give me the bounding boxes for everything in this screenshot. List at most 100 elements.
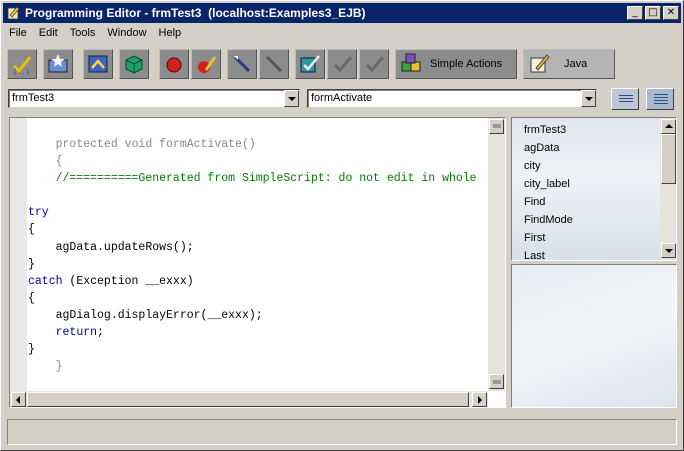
simple-actions-label: Simple Actions: [430, 58, 503, 70]
code-token: agData.updateRows();: [55, 240, 194, 254]
window-title: Programming Editor - frmTest3 (localhost…: [25, 6, 366, 20]
code-line[interactable]: }: [28, 256, 477, 273]
tb-check-syntax-button[interactable]: (..): [7, 49, 37, 79]
member-item[interactable]: city: [524, 158, 573, 176]
code-token: }: [55, 360, 63, 374]
edit-disabled-2-icon: [365, 56, 385, 73]
member-list-scrollbar[interactable]: [660, 118, 676, 260]
wand-disabled-icon: [265, 55, 283, 73]
scroll-up-icon[interactable]: [489, 119, 504, 134]
method-dropdown-arrow-icon[interactable]: [581, 90, 596, 107]
tb-object-button[interactable]: [119, 49, 149, 79]
minimize-icon: _: [632, 7, 638, 18]
title-bar[interactable]: Programming Editor - frmTest3 (localhost…: [3, 3, 681, 23]
tb-edit-button[interactable]: [295, 49, 325, 79]
scroll-left-icon[interactable]: [11, 392, 26, 407]
view-detail-button[interactable]: [646, 88, 674, 110]
code-line[interactable]: [28, 187, 477, 204]
method-selector-value: formActivate: [311, 92, 373, 104]
member-item[interactable]: frmTest3: [524, 122, 573, 140]
simple-actions-button[interactable]: Simple Actions: [395, 49, 517, 79]
object-selector[interactable]: frmTest3: [8, 89, 300, 108]
code-text[interactable]: protected void formActivate() { //======…: [28, 136, 477, 375]
code-editor[interactable]: protected void formActivate() { //======…: [9, 117, 506, 408]
editor-horizontal-scrollbar[interactable]: [10, 391, 488, 407]
object-selector-value: frmTest3: [12, 92, 55, 104]
member-item[interactable]: Last: [524, 248, 573, 260]
code-token: protected void formActivate(): [55, 138, 256, 151]
code-line[interactable]: catch (Exception __exxx): [28, 273, 477, 290]
code-token-rest: (Exception __exxx): [62, 274, 194, 288]
tb-edit3-button[interactable]: [359, 49, 389, 79]
tb-run-button[interactable]: [83, 49, 113, 79]
view-list-button[interactable]: [611, 88, 639, 110]
close-button[interactable]: ✕: [663, 6, 679, 20]
menu-window[interactable]: Window: [101, 27, 152, 39]
wand-icon: [233, 55, 251, 73]
member-item[interactable]: city_label: [524, 176, 573, 194]
tb-clear-breakpoint-button[interactable]: [191, 49, 221, 79]
tb-compile-button[interactable]: [43, 49, 73, 79]
code-token: agDialog.displayError(__exxx);: [55, 308, 263, 322]
code-line[interactable]: {: [28, 290, 477, 307]
java-pencil-icon: [530, 54, 550, 73]
member-item[interactable]: Find: [524, 194, 573, 212]
code-line[interactable]: agDialog.displayError(__exxx);: [28, 307, 477, 324]
member-scroll-down-icon[interactable]: [661, 243, 676, 258]
tb-edit2-button[interactable]: [327, 49, 357, 79]
member-item[interactable]: agData: [524, 140, 573, 158]
java-label: Java: [564, 58, 588, 70]
member-scroll-up-icon[interactable]: [661, 119, 676, 134]
editor-app-icon: [7, 6, 20, 20]
code-token: }: [28, 257, 35, 271]
blocks-icon: [401, 53, 421, 72]
member-item[interactable]: First: [524, 230, 573, 248]
cube-icon: [125, 55, 143, 74]
code-line[interactable]: protected void formActivate(): [28, 136, 477, 153]
code-token: {: [28, 223, 35, 237]
maximize-button[interactable]: □: [645, 6, 661, 20]
edit-check-icon: [300, 55, 320, 73]
compile-icon: [48, 54, 68, 73]
code-line[interactable]: {: [28, 153, 477, 170]
code-line[interactable]: try: [28, 204, 477, 221]
member-scroll-thumb[interactable]: [661, 134, 676, 184]
menu-help[interactable]: Help: [153, 27, 188, 39]
java-button[interactable]: Java: [523, 49, 615, 79]
horizontal-scroll-thumb[interactable]: [27, 392, 469, 407]
minimize-button[interactable]: _: [627, 6, 643, 20]
menu-edit[interactable]: Edit: [33, 27, 64, 39]
scroll-down-icon[interactable]: [489, 374, 504, 389]
code-line[interactable]: }: [28, 341, 477, 358]
scroll-right-icon[interactable]: [472, 392, 487, 407]
code-line[interactable]: agData.updateRows();: [28, 239, 477, 256]
code-token: catch: [28, 274, 63, 288]
toolbar: (..) Simple Actions Java: [5, 46, 681, 82]
editor-vertical-scrollbar[interactable]: [488, 118, 505, 391]
editor-gutter: [10, 118, 27, 391]
detail-lines-icon: [654, 94, 668, 95]
tb-step-over-button[interactable]: [259, 49, 289, 79]
tb-step-button[interactable]: [227, 49, 257, 79]
eraser-icon: [198, 56, 217, 73]
list-lines-icon: [619, 95, 633, 96]
code-token: try: [28, 206, 49, 220]
method-selector[interactable]: formActivate: [307, 89, 597, 108]
member-list[interactable]: frmTest3 agData city city_label Find Fin…: [511, 117, 677, 261]
code-line[interactable]: //==========Generated from SimpleScript:…: [28, 170, 477, 187]
code-token: //==========Generated from SimpleScript:…: [55, 172, 477, 186]
menu-file[interactable]: File: [3, 27, 33, 39]
svg-text:(..): (..): [13, 68, 30, 76]
status-bar: [7, 419, 677, 445]
run-icon: [88, 55, 108, 73]
member-item[interactable]: FindMode: [524, 212, 573, 230]
member-detail-pane: [511, 264, 677, 408]
menu-tools[interactable]: Tools: [64, 27, 102, 39]
object-dropdown-arrow-icon[interactable]: [284, 90, 299, 107]
tb-breakpoint-button[interactable]: [159, 49, 189, 79]
code-line[interactable]: {: [28, 221, 477, 238]
code-token: }: [28, 343, 35, 357]
programming-editor-window: Programming Editor - frmTest3 (localhost…: [0, 0, 684, 451]
code-line[interactable]: }: [28, 358, 477, 375]
code-line[interactable]: return;: [28, 324, 477, 341]
